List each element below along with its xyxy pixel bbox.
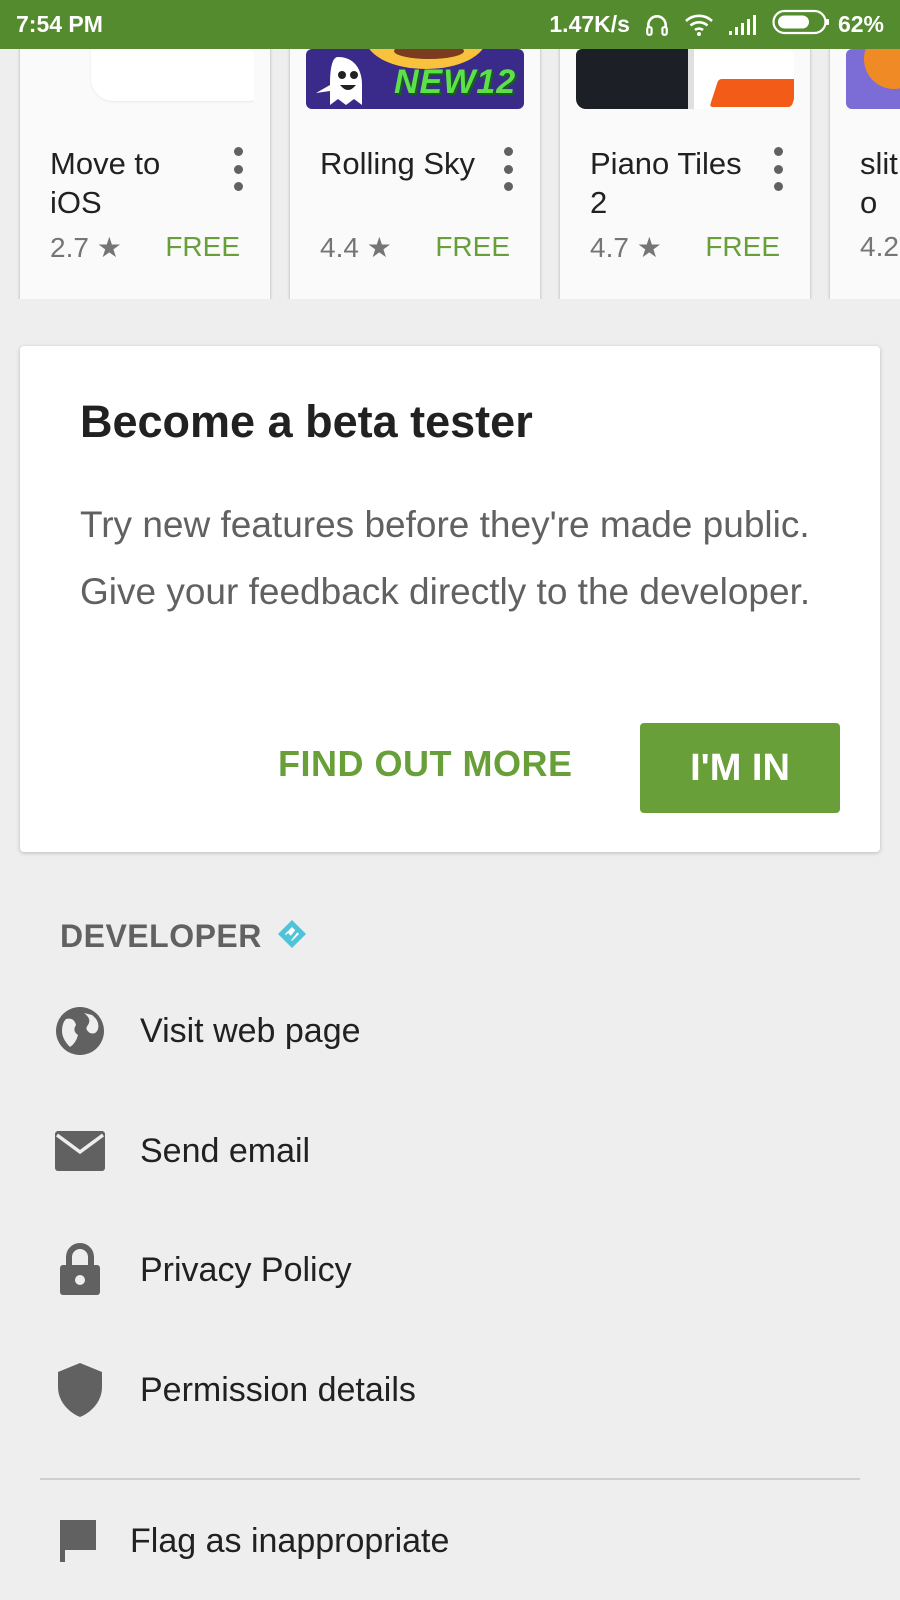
app-thumbnail: NEW12 <box>306 49 524 109</box>
network-speed: 1.47K/s <box>549 11 630 37</box>
beta-description: Try new features before they're made pub… <box>80 504 811 612</box>
more-options-icon[interactable] <box>498 147 518 191</box>
developer-label: DEVELOPER <box>60 918 262 954</box>
app-card-slither-io[interactable]: slit o 4.2 <box>830 49 900 299</box>
send-email-row[interactable]: Send email <box>54 1121 310 1181</box>
app-thumbnail <box>846 49 900 109</box>
beta-title: Become a beta tester <box>80 396 533 447</box>
app-price: FREE <box>435 231 510 262</box>
globe-icon <box>54 1001 106 1061</box>
battery-percent: 62% <box>837 11 884 37</box>
status-bar: 7:54 PM 1.47K/s 62% <box>0 0 900 49</box>
flag-inappropriate-row[interactable]: Flag as inappropriate <box>54 1511 449 1571</box>
app-thumbnail <box>36 49 254 109</box>
visit-web-page-row[interactable]: Visit web page <box>54 1001 361 1061</box>
permission-details-label: Permission details <box>140 1370 416 1409</box>
cm-logo-icon <box>709 79 794 107</box>
find-out-more-button[interactable]: FIND OUT MORE <box>278 734 572 794</box>
more-options-icon[interactable] <box>228 147 248 191</box>
im-in-button[interactable]: I'M IN <box>640 723 840 813</box>
star-icon: ★ <box>96 232 122 263</box>
app-title: slit o <box>860 146 898 220</box>
app-rating: 2.7 ★ <box>50 232 122 263</box>
lock-icon <box>54 1240 106 1300</box>
shield-icon <box>54 1360 106 1420</box>
app-title: Piano Tiles 2 <box>590 146 742 220</box>
section-divider <box>40 1478 860 1480</box>
send-email-label: Send email <box>140 1131 311 1170</box>
privacy-policy-row[interactable]: Privacy Policy <box>54 1240 352 1300</box>
flag-icon <box>54 1511 106 1571</box>
app-price: FREE <box>705 231 780 262</box>
developer-section-header: DEVELOPER <box>60 918 308 955</box>
related-apps-row: Move to iOS 2.7 ★ FREE NEW12 Rolling Sky… <box>0 49 900 299</box>
star-icon: ★ <box>366 232 392 263</box>
app-rating: 4.7 ★ <box>590 232 662 263</box>
verified-badge-icon <box>276 918 308 955</box>
visit-web-page-label: Visit web page <box>140 1011 361 1050</box>
thumbnail-label: NEW12 <box>394 63 517 101</box>
app-rating: 4.4 ★ <box>320 232 392 263</box>
status-time: 7:54 PM <box>16 11 103 37</box>
battery-icon <box>772 9 830 41</box>
privacy-policy-label: Privacy Policy <box>140 1250 352 1289</box>
headphones-icon <box>644 12 670 38</box>
permission-details-row[interactable]: Permission details <box>54 1360 416 1420</box>
wifi-icon <box>684 13 714 37</box>
app-card-move-to-ios[interactable]: Move to iOS 2.7 ★ FREE <box>20 49 270 299</box>
app-card-piano-tiles-2[interactable]: Piano Tiles 2 4.7 ★ FREE <box>560 49 810 299</box>
signal-icon <box>728 14 758 36</box>
status-indicators: 1.47K/s 62% <box>549 9 884 41</box>
app-thumbnail <box>576 49 794 109</box>
battery-indicator: 62% <box>772 9 884 41</box>
app-price: FREE <box>165 231 240 262</box>
more-options-icon[interactable] <box>768 147 788 191</box>
app-rating: 4.2 <box>860 231 899 262</box>
app-title: Rolling Sky <box>320 146 476 181</box>
flag-inappropriate-label: Flag as inappropriate <box>130 1521 450 1560</box>
beta-tester-card: Become a beta tester Try new features be… <box>20 346 880 852</box>
app-card-rolling-sky[interactable]: NEW12 Rolling Sky 4.4 ★ FREE <box>290 49 540 299</box>
app-title: Move to iOS <box>50 146 161 220</box>
mail-icon <box>54 1121 106 1181</box>
star-icon: ★ <box>636 232 662 263</box>
